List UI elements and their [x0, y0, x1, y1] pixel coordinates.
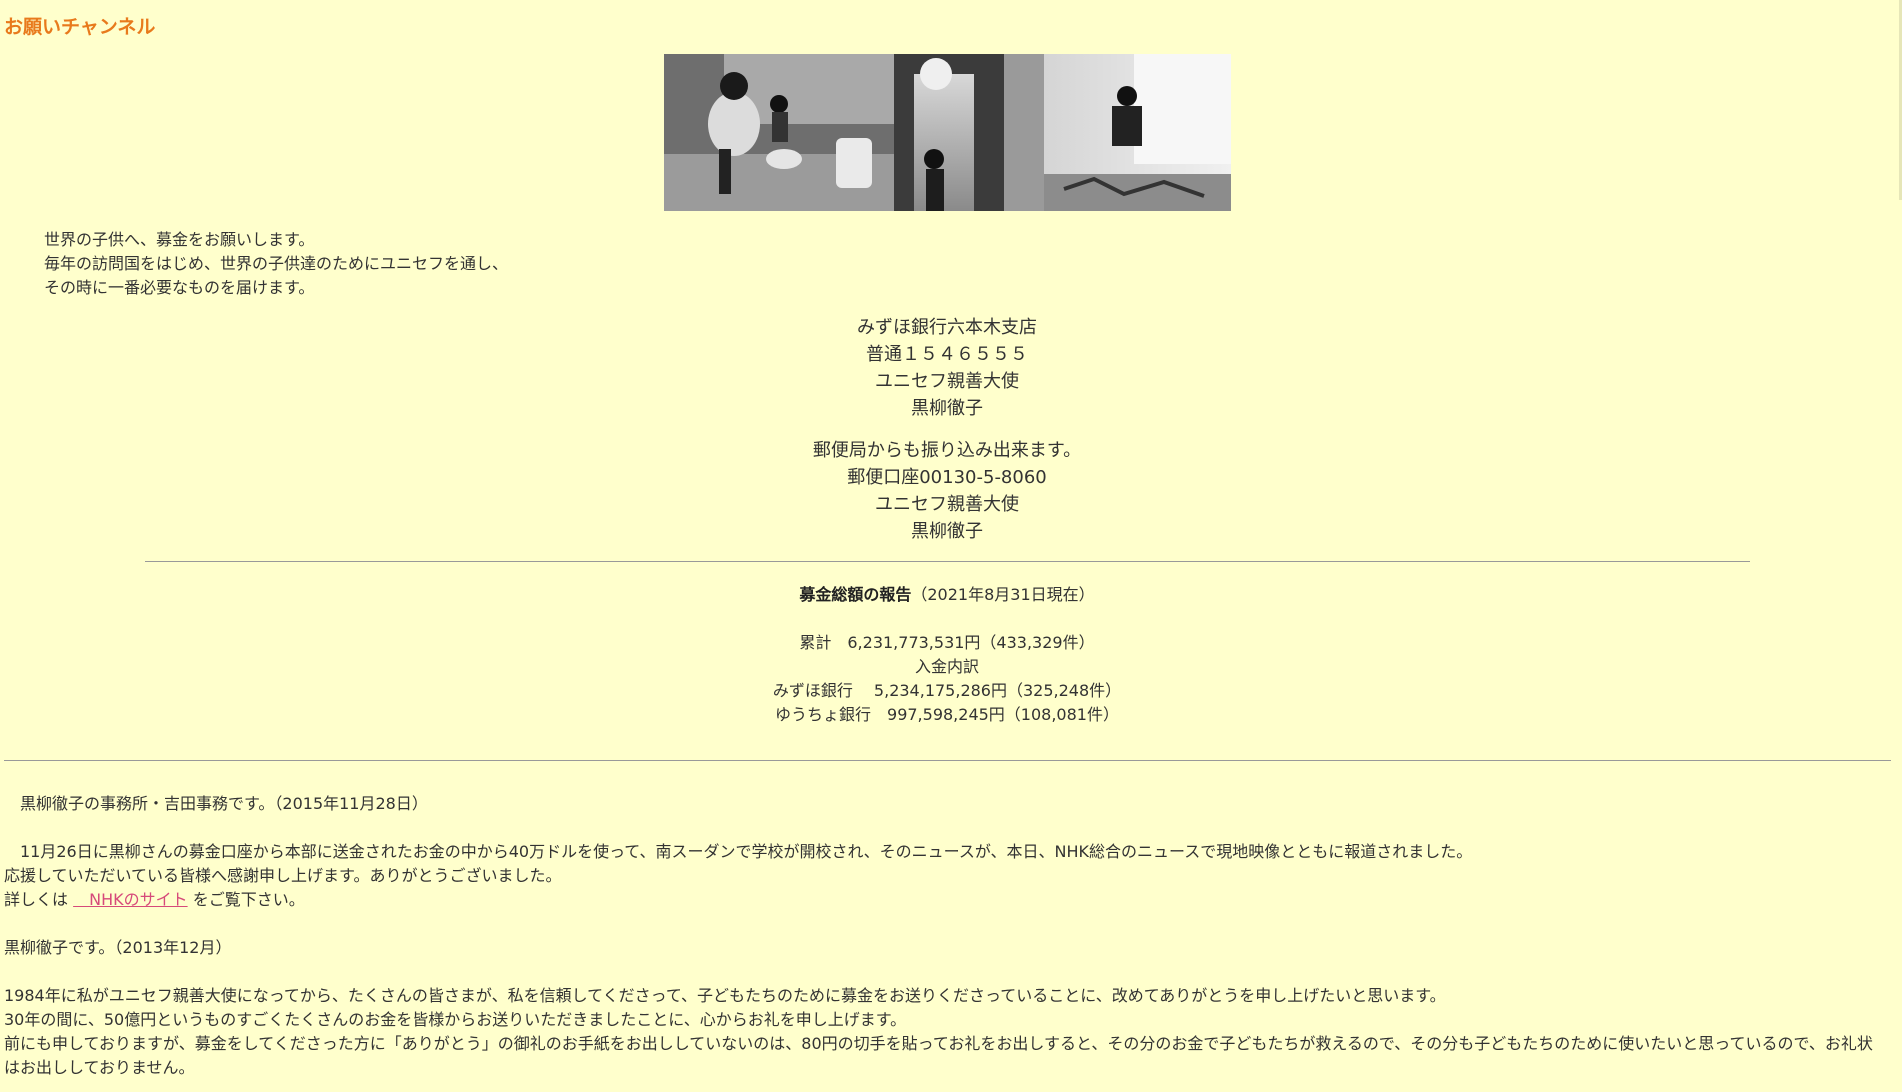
- divider: [145, 561, 1750, 562]
- office-header: 黒柳徹子の事務所・吉田事務です。（2015年11月28日）: [4, 794, 428, 813]
- divider: [4, 760, 1891, 761]
- banner-photo-illustration: [664, 54, 1231, 211]
- intro-text: 世界の子供へ、募金をお願いします。 毎年の訪問国をはじめ、世界の子供達のためにユ…: [44, 228, 508, 300]
- post-holder-name: 黒柳徹子: [911, 521, 983, 542]
- intro-line: 毎年の訪問国をはじめ、世界の子供達のためにユニセフを通し、: [44, 254, 509, 273]
- post-note: 郵便局からも振り込み出来ます。: [812, 440, 1082, 461]
- details-line: 詳しくは NHKのサイト をご覧下さい。: [4, 888, 1884, 912]
- report-breakdown-label: 入金内訳: [914, 657, 979, 676]
- details-prefix: 詳しくは: [4, 890, 69, 909]
- news-section: 黒柳徹子の事務所・吉田事務です。（2015年11月28日） 11月26日に黒柳さ…: [4, 792, 1884, 1080]
- bank-holder-title: ユニセフ親善大使: [875, 371, 1019, 392]
- report-total: 累計 6,231,773,531円（433,329件）: [799, 633, 1095, 652]
- office-line: 11月26日に黒柳さんの募金口座から本部に送金されたお金の中から40万ドルを使っ…: [4, 842, 1473, 861]
- nhk-site-link[interactable]: NHKのサイト: [73, 890, 188, 909]
- report-date: （2021年8月31日現在）: [911, 585, 1095, 604]
- report-title: 募金総額の報告: [799, 585, 912, 604]
- page: お願いチャンネル 世界の子供へ、募金をお願いします。 毎年の訪問国をはじめ、世界…: [0, 0, 1902, 1092]
- bank-name: みずほ銀行六本木支店: [857, 317, 1037, 338]
- post-account-number: 郵便口座00130-5-8060: [847, 467, 1047, 488]
- post-holder-title: ユニセフ親善大使: [875, 494, 1019, 515]
- intro-line: その時に一番必要なものを届けます。: [44, 278, 315, 297]
- bank-holder-name: 黒柳徹子: [911, 398, 983, 419]
- office-line: 応援していただいている皆様へ感謝申し上げます。ありがとうございました。: [4, 866, 562, 885]
- bank-account-info: みずほ銀行六本木支店 普通１５４６５５５ ユニセフ親善大使 黒柳徹子: [0, 314, 1894, 422]
- report-yucho: ゆうちょ銀行 997,598,245円（108,081件）: [775, 705, 1119, 724]
- kuroyanagi-line: 前にも申しておりますが、募金をしてくださった方に「ありがとう」の御礼のお手紙をお…: [4, 1034, 1873, 1077]
- post-account-info: 郵便局からも振り込み出来ます。 郵便口座00130-5-8060 ユニセフ親善大…: [0, 437, 1894, 545]
- details-suffix: をご覧下さい。: [192, 890, 305, 909]
- report-details: 累計 6,231,773,531円（433,329件） 入金内訳 みずほ銀行 5…: [0, 631, 1894, 727]
- intro-line: 世界の子供へ、募金をお願いします。: [44, 230, 315, 249]
- kuroyanagi-header: 黒柳徹子です。（2013年12月）: [4, 938, 232, 957]
- report-mizuho: みずほ銀行 5,234,175,286円（325,248件）: [772, 681, 1122, 700]
- bank-account-number: 普通１５４６５５５: [866, 344, 1028, 365]
- banner-photo: [664, 54, 1231, 211]
- report-header: 募金総額の報告（2021年8月31日現在）: [0, 583, 1894, 607]
- kuroyanagi-line: 1984年に私がユニセフ親善大使になってから、たくさんの皆さまが、私を信頼してく…: [4, 986, 1446, 1005]
- kuroyanagi-line: 30年の間に、50億円というものすごくたくさんのお金を皆様からお送りいただきまし…: [4, 1010, 907, 1029]
- page-title: お願いチャンネル: [4, 16, 156, 38]
